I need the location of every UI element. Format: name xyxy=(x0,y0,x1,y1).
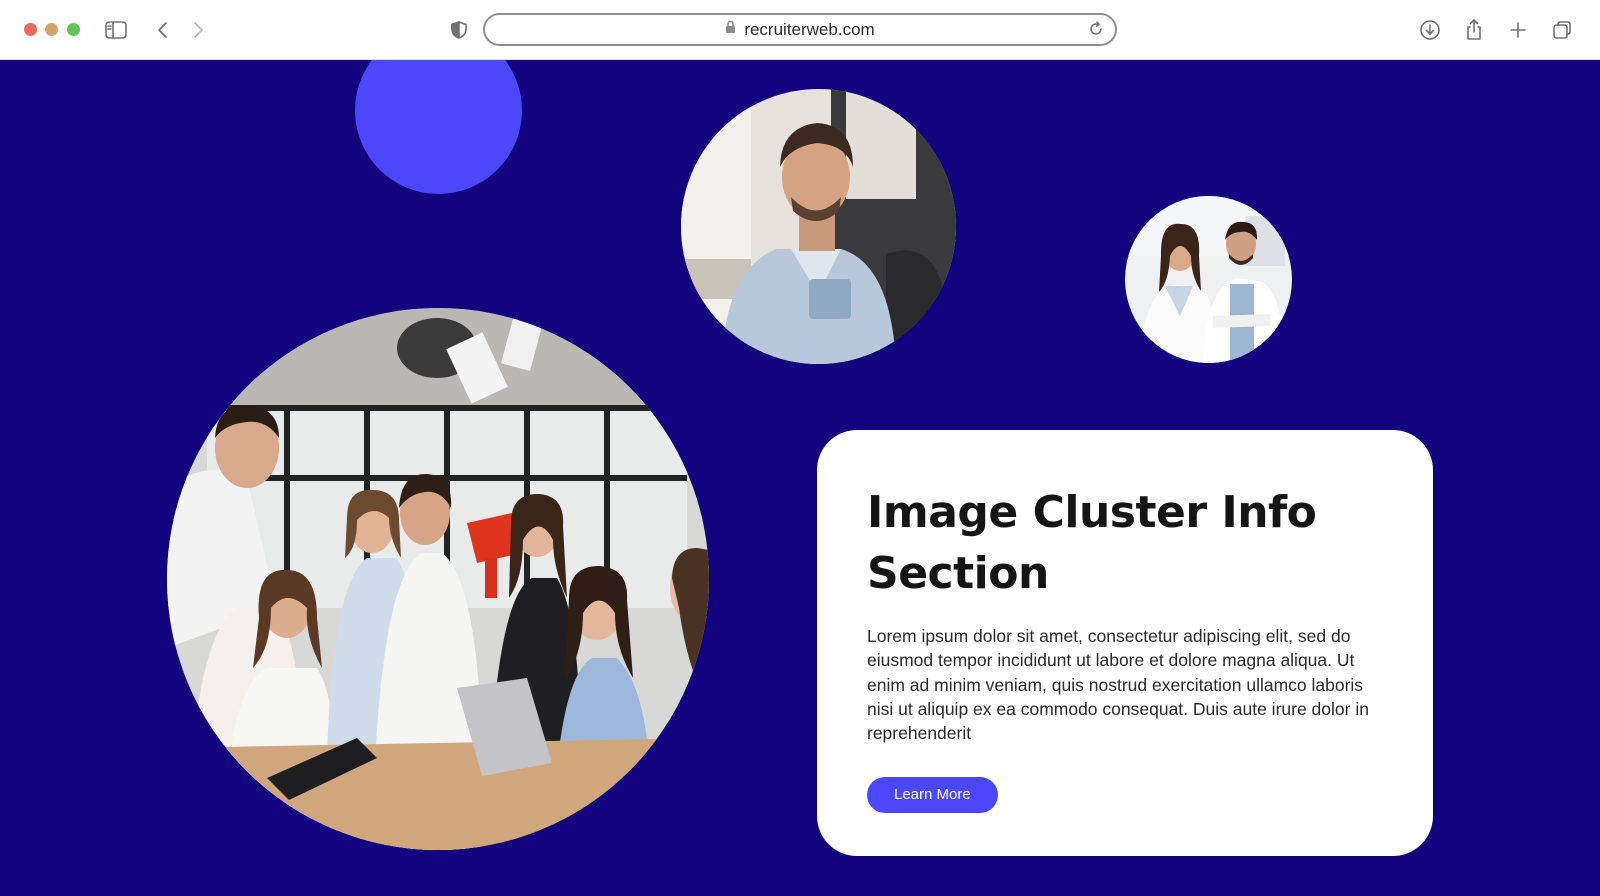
decorative-circle xyxy=(355,60,522,194)
url-text: recruiterweb.com xyxy=(744,19,875,39)
address-bar[interactable]: recruiterweb.com xyxy=(483,13,1117,46)
section-title: Image Cluster Info Section xyxy=(867,487,1317,599)
tab-overview-icon[interactable] xyxy=(1548,16,1576,44)
reload-icon[interactable] xyxy=(1087,20,1105,43)
lock-icon xyxy=(725,20,736,39)
zoom-window-button[interactable] xyxy=(67,23,80,36)
section-body: Lorem ipsum dolor sit amet, consectetur … xyxy=(867,626,1369,744)
back-icon[interactable] xyxy=(149,16,177,44)
forward-icon[interactable] xyxy=(184,16,212,44)
sidebar-toggle-icon[interactable] xyxy=(102,16,130,44)
team-celebration-photo xyxy=(167,308,709,850)
share-icon[interactable] xyxy=(1460,16,1488,44)
page-viewport: Image Cluster Info Section Lorem ipsum d… xyxy=(0,60,1600,896)
downloads-icon[interactable] xyxy=(1416,16,1444,44)
privacy-shield-icon[interactable] xyxy=(445,16,473,44)
doctors-photo xyxy=(1125,196,1292,363)
new-tab-icon[interactable] xyxy=(1504,16,1532,44)
man-portrait-photo xyxy=(681,89,956,364)
browser-toolbar: recruiterweb.com xyxy=(0,0,1600,60)
minimize-window-button[interactable] xyxy=(45,23,58,36)
learn-more-button[interactable]: Learn More xyxy=(867,777,998,814)
close-window-button[interactable] xyxy=(24,23,37,36)
info-card: Image Cluster Info Section Lorem ipsum d… xyxy=(817,430,1433,856)
